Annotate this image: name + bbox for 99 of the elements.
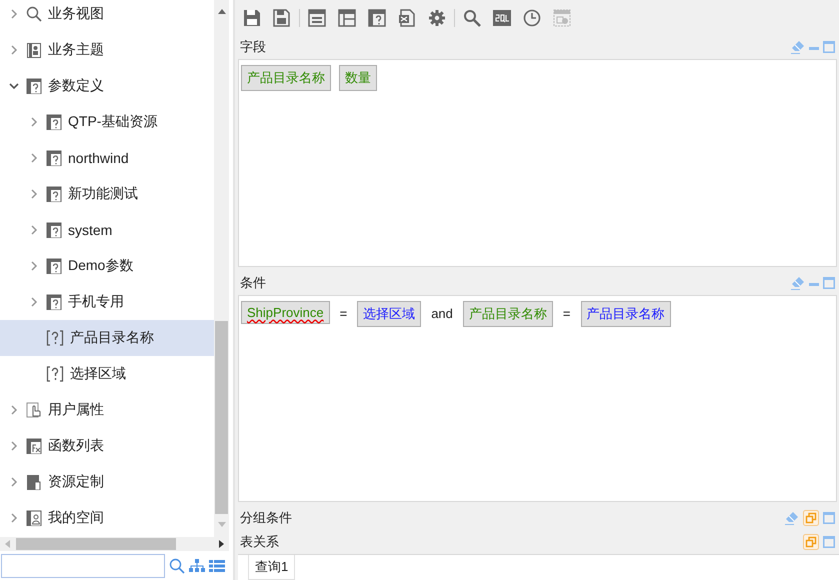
save-as-icon[interactable] — [273, 8, 291, 26]
tree-label: 选择区域 — [70, 365, 126, 383]
parameter-icon — [46, 258, 62, 274]
tree-item[interactable]: 函数列表 — [0, 428, 214, 464]
sql-icon[interactable] — [493, 8, 511, 26]
scroll-right-icon[interactable] — [219, 540, 225, 548]
tree-label: 新功能测试 — [68, 185, 138, 203]
table-icon[interactable] — [338, 8, 356, 26]
question-bracket-icon — [46, 330, 64, 346]
chevron-right-icon[interactable] — [30, 296, 38, 308]
chevron-right-icon[interactable] — [10, 512, 18, 524]
operator-text: = — [338, 306, 348, 321]
tree-item[interactable]: 产品目录名称 — [0, 320, 214, 356]
dialog-icon[interactable] — [553, 8, 571, 26]
tree-label: 用户属性 — [48, 401, 104, 419]
maximize-icon[interactable] — [823, 536, 835, 548]
parameter-icon — [46, 186, 62, 202]
search-icon[interactable] — [463, 8, 481, 26]
tree-label: 产品目录名称 — [70, 329, 154, 347]
tree-item[interactable]: 新功能测试 — [0, 176, 214, 212]
search-field[interactable] — [1, 554, 165, 578]
parameter-icon — [46, 294, 62, 310]
tree-item[interactable]: 参数定义 — [0, 68, 214, 104]
tree-label: QTP-基础资源 — [68, 113, 158, 131]
parameter-icon — [46, 150, 62, 166]
maximize-icon[interactable] — [823, 512, 835, 524]
parameter-chip[interactable]: 产品目录名称 — [580, 300, 670, 326]
tree-item[interactable]: QTP-基础资源 — [0, 104, 214, 140]
tree-item[interactable]: 用户属性 — [0, 392, 214, 428]
tree-item[interactable]: 手机专用 — [0, 284, 214, 320]
magnifier-icon — [26, 6, 42, 22]
chevron-right-icon[interactable] — [10, 440, 18, 452]
tree-item[interactable]: 资源定制 — [0, 464, 214, 500]
settings-icon[interactable] — [428, 8, 446, 26]
parameter-chip[interactable]: 选择区域 — [357, 300, 422, 326]
chevron-right-icon[interactable] — [30, 152, 38, 164]
section-title: 表关系 — [240, 533, 279, 551]
chevron-right-icon[interactable] — [30, 224, 38, 236]
drop-area[interactable]: ShipProvince = 选择区域 and 产品目录名称 = 产品目录名称 — [238, 294, 837, 502]
list-icon[interactable] — [209, 560, 225, 572]
tree-item[interactable]: 选择区域 — [0, 356, 214, 392]
eraser-icon[interactable] — [785, 511, 799, 525]
tree-label: 手机专用 — [68, 293, 124, 311]
eraser-icon[interactable] — [791, 40, 805, 54]
scroll-left-icon[interactable] — [4, 540, 10, 548]
hierarchy-icon[interactable] — [189, 558, 205, 572]
vertical-scrollbar[interactable] — [214, 0, 229, 537]
document-icon — [26, 42, 42, 58]
chevron-right-icon[interactable] — [30, 188, 38, 200]
eraser-icon[interactable] — [791, 276, 805, 290]
question-bracket-icon — [46, 366, 64, 382]
clock-icon[interactable] — [523, 8, 541, 26]
operator-text: = — [562, 306, 572, 321]
chevron-right-icon[interactable] — [30, 260, 38, 272]
spreadsheet-icon[interactable] — [398, 8, 416, 26]
parameter-icon[interactable] — [368, 8, 386, 26]
hand-icon — [26, 402, 42, 418]
tree-label: 函数列表 — [48, 437, 104, 455]
tree-label: 业务视图 — [48, 5, 104, 23]
parameter-icon — [46, 222, 62, 238]
maximize-icon[interactable] — [823, 276, 835, 288]
chevron-right-icon[interactable] — [10, 476, 18, 488]
user-icon — [26, 510, 42, 526]
tree-item[interactable]: system — [0, 212, 214, 248]
tree-label: 业务主题 — [48, 41, 104, 59]
section-title: 分组条件 — [240, 509, 292, 527]
scroll-down-icon[interactable] — [218, 522, 226, 528]
query-tab[interactable]: 查询1 — [248, 555, 296, 580]
section-title: 字段 — [240, 38, 266, 56]
save-icon[interactable] — [243, 8, 261, 26]
tree-label: 参数定义 — [48, 77, 104, 95]
tree-item[interactable]: 业务视图 — [0, 0, 214, 32]
restore-icon[interactable] — [803, 534, 819, 550]
parameter-icon — [26, 78, 42, 94]
tree-label: 资源定制 — [48, 473, 104, 491]
chevron-down-icon[interactable] — [8, 82, 20, 90]
search-icon[interactable] — [169, 558, 185, 574]
tree-label: northwind — [68, 150, 129, 166]
chevron-right-icon[interactable] — [10, 404, 18, 416]
maximize-icon[interactable] — [823, 41, 835, 53]
parameter-icon — [46, 114, 62, 130]
chevron-right-icon[interactable] — [30, 116, 38, 128]
tree-item[interactable]: northwind — [0, 140, 214, 176]
operator-text: and — [430, 306, 454, 321]
tree-label: system — [68, 222, 112, 238]
chevron-right-icon[interactable] — [10, 44, 18, 56]
scroll-up-icon[interactable] — [218, 8, 226, 14]
restore-icon[interactable] — [803, 510, 819, 526]
chevron-right-icon[interactable] — [10, 8, 18, 20]
tree-item[interactable]: 我的空间 — [0, 500, 214, 536]
section-title: 条件 — [240, 274, 266, 292]
window-icon[interactable] — [308, 8, 326, 26]
resource-icon — [26, 474, 42, 490]
horizontal-scrollbar[interactable] — [0, 537, 229, 551]
tree-label: Demo参数 — [68, 257, 134, 275]
tree-item[interactable]: Demo参数 — [0, 248, 214, 284]
function-icon — [26, 438, 42, 454]
tree-item[interactable]: 业务主题 — [0, 32, 214, 68]
tree-label: 我的空间 — [48, 509, 104, 527]
